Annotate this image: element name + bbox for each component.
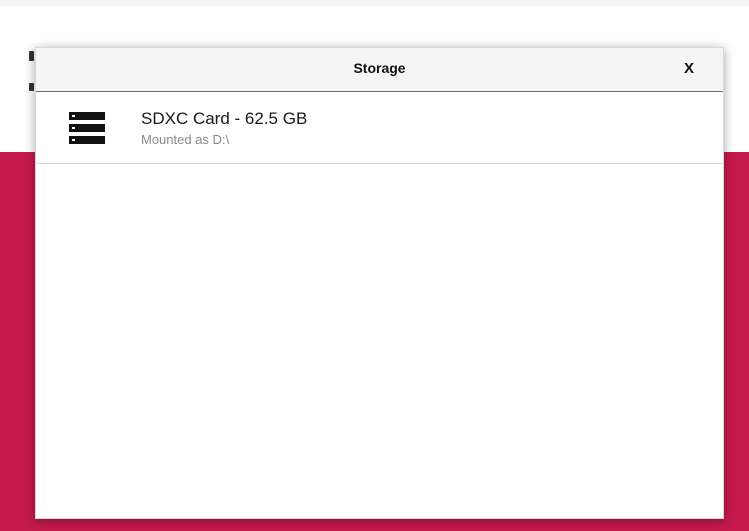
storage-dialog: Storage X SDXC Card - 62.5 GB Mounted as…: [35, 47, 724, 519]
modal-overlay: Storage X SDXC Card - 62.5 GB Mounted as…: [0, 0, 749, 531]
close-button[interactable]: X: [677, 57, 701, 81]
storage-drive-icon: [69, 112, 105, 144]
dialog-title: Storage: [353, 60, 406, 76]
storage-device-item[interactable]: SDXC Card - 62.5 GB Mounted as D:\: [36, 92, 723, 164]
device-subtitle: Mounted as D:\: [141, 132, 230, 147]
device-title: SDXC Card - 62.5 GB: [141, 109, 308, 128]
dialog-header: Storage X: [36, 48, 723, 92]
storage-device-list: SDXC Card - 62.5 GB Mounted as D:\: [36, 92, 723, 164]
